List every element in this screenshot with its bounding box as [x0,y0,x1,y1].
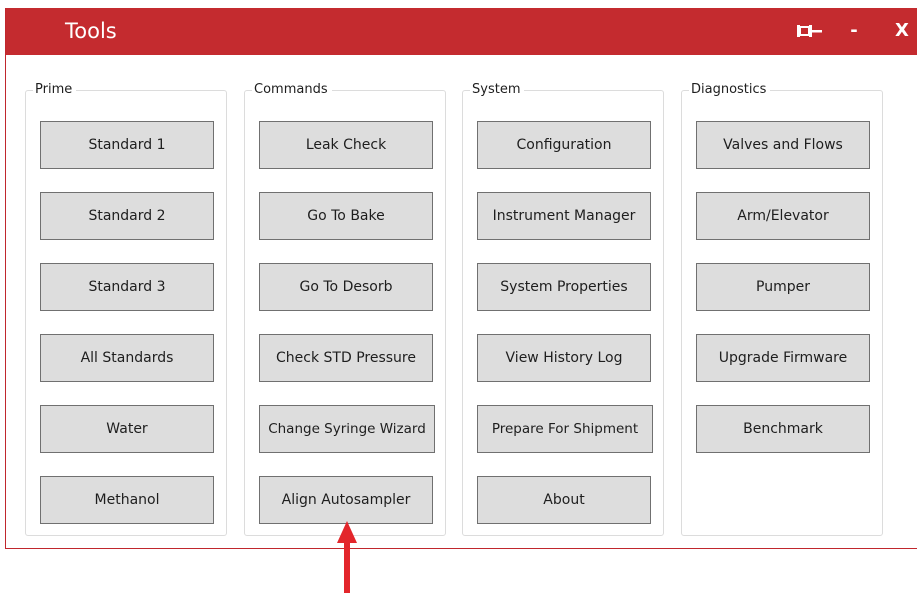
close-button[interactable]: X [890,16,914,46]
system-properties-button[interactable]: System Properties [477,263,651,311]
go-to-bake-button[interactable]: Go To Bake [259,192,433,240]
pumper-button[interactable]: Pumper [696,263,870,311]
valves-and-flows-button[interactable]: Valves and Flows [696,121,870,169]
window-title: Tools [65,19,117,43]
about-button[interactable]: About [477,476,651,524]
group-label-prime: Prime [33,82,77,98]
change-syringe-wizard-button[interactable]: Change Syringe Wizard [259,405,435,453]
group-diagnostics: Diagnostics Valves and Flows Arm/Elevato… [681,82,883,536]
pin-icon[interactable] [793,16,829,46]
water-button[interactable]: Water [40,405,214,453]
arm-elevator-button[interactable]: Arm/Elevator [696,192,870,240]
group-label-diagnostics: Diagnostics [689,82,771,98]
minimize-button[interactable]: - [844,16,864,46]
standard-2-button[interactable]: Standard 2 [40,192,214,240]
leak-check-button[interactable]: Leak Check [259,121,433,169]
align-autosampler-button[interactable]: Align Autosampler [259,476,433,524]
instrument-manager-button[interactable]: Instrument Manager [477,192,651,240]
all-standards-button[interactable]: All Standards [40,334,214,382]
view-history-log-button[interactable]: View History Log [477,334,651,382]
title-bar[interactable]: Tools - X [6,8,917,55]
standard-3-button[interactable]: Standard 3 [40,263,214,311]
tools-window: Tools - X Prime Standard 1 Standard 2 St… [5,8,917,549]
standard-1-button[interactable]: Standard 1 [40,121,214,169]
up-arrow-icon [337,521,357,593]
configuration-button[interactable]: Configuration [477,121,651,169]
check-std-pressure-button[interactable]: Check STD Pressure [259,334,433,382]
group-label-commands: Commands [252,82,332,98]
prepare-for-shipment-button[interactable]: Prepare For Shipment [477,405,653,453]
benchmark-button[interactable]: Benchmark [696,405,870,453]
group-label-system: System [470,82,525,98]
methanol-button[interactable]: Methanol [40,476,214,524]
group-system: System Configuration Instrument Manager … [462,82,664,536]
upgrade-firmware-button[interactable]: Upgrade Firmware [696,334,870,382]
go-to-desorb-button[interactable]: Go To Desorb [259,263,433,311]
group-commands: Commands Leak Check Go To Bake Go To Des… [244,82,446,536]
group-prime: Prime Standard 1 Standard 2 Standard 3 A… [25,82,227,536]
